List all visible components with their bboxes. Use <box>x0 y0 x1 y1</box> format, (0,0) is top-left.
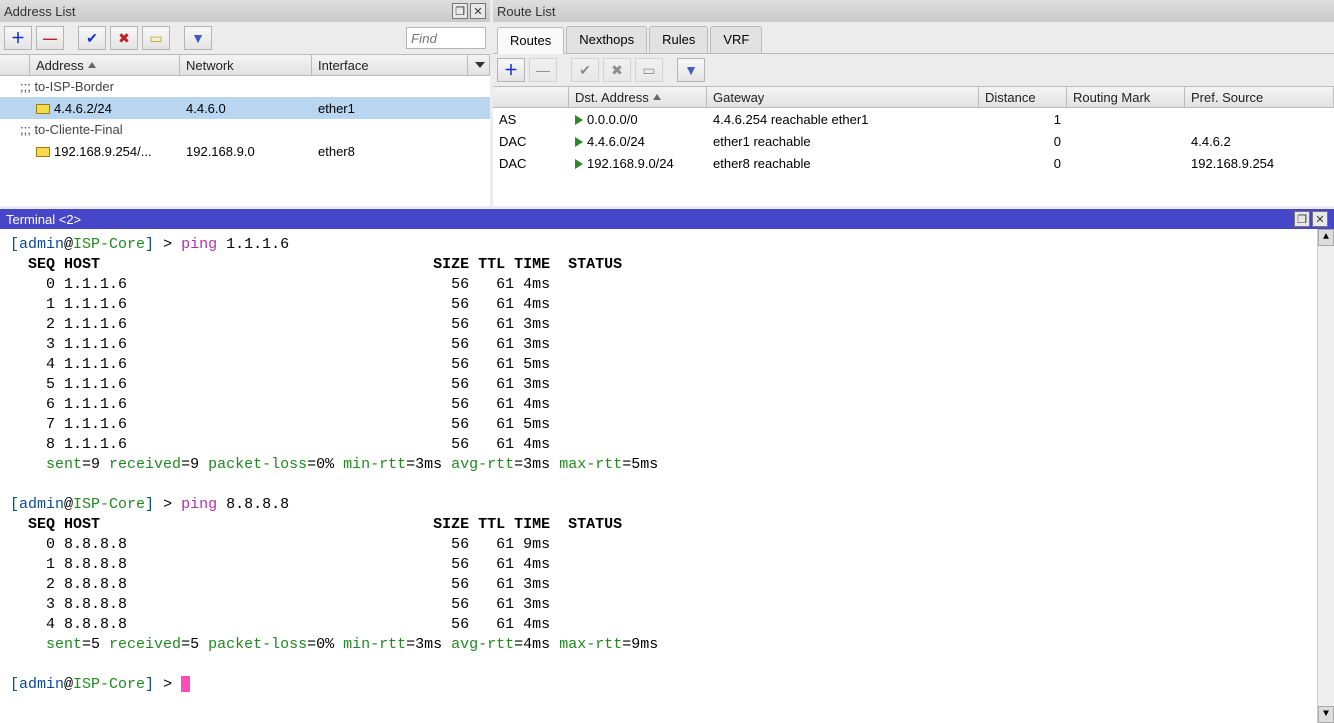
route-list-titlebar[interactable]: Route List <box>493 0 1334 22</box>
restore-button[interactable]: ❐ <box>452 3 468 19</box>
active-route-icon <box>575 137 583 147</box>
close-button[interactable]: ✕ <box>470 3 486 19</box>
sort-indicator-icon <box>653 94 661 100</box>
active-route-icon <box>575 159 583 169</box>
address-list-titlebar[interactable]: Address List ❐ ✕ <box>0 0 490 22</box>
terminal-title: Terminal <2> <box>6 212 1292 227</box>
dropdown-icon <box>475 62 485 68</box>
remove-route-button[interactable]: — <box>529 58 557 82</box>
route-row[interactable]: DAC192.168.9.0/24ether8 reachable0192.16… <box>493 152 1334 174</box>
route-toolbar: ＋ — ✔ ✖ ▭ ▼ <box>493 54 1334 86</box>
terminal-cursor <box>181 676 190 692</box>
terminal-scrollbar[interactable]: ▲ ▼ <box>1317 229 1334 723</box>
route-grid-body: AS0.0.0.0/04.4.6.254 reachable ether11DA… <box>493 108 1334 206</box>
terminal-close-button[interactable]: ✕ <box>1312 211 1328 227</box>
address-row[interactable]: 4.4.6.2/244.4.6.0ether1 <box>0 97 490 119</box>
filter-route-button[interactable]: ▼ <box>677 58 705 82</box>
terminal-titlebar[interactable]: Terminal <2> ❐ ✕ <box>0 209 1334 229</box>
address-toolbar: ＋ — ✔ ✖ ▭ ▼ <box>0 22 490 54</box>
col-flag[interactable] <box>0 55 30 75</box>
terminal-restore-button[interactable]: ❐ <box>1294 211 1310 227</box>
route-list-window: Route List RoutesNexthopsRulesVRF ＋ — ✔ … <box>493 0 1334 206</box>
tab-vrf[interactable]: VRF <box>710 26 762 53</box>
col-address[interactable]: Address <box>30 55 180 75</box>
route-list-title: Route List <box>497 4 1330 19</box>
disable-route-button[interactable]: ✖ <box>603 58 631 82</box>
col-dst[interactable]: Dst. Address <box>569 87 707 107</box>
scroll-down-button[interactable]: ▼ <box>1318 706 1334 723</box>
sort-indicator-icon <box>88 62 96 68</box>
comment-button[interactable]: ▭ <box>142 26 170 50</box>
add-button[interactable]: ＋ <box>4 26 32 50</box>
add-route-button[interactable]: ＋ <box>497 58 525 82</box>
col-routing-mark[interactable]: Routing Mark <box>1067 87 1185 107</box>
tab-routes[interactable]: Routes <box>497 27 564 54</box>
col-interface[interactable]: Interface <box>312 55 468 75</box>
address-grid-body: ;;; to-ISP-Border4.4.6.2/244.4.6.0ether1… <box>0 76 490 206</box>
col-pref-source[interactable]: Pref. Source <box>1185 87 1334 107</box>
col-network[interactable]: Network <box>180 55 312 75</box>
terminal-window: Terminal <2> ❐ ✕ [admin@ISP-Core] > ping… <box>0 209 1334 723</box>
address-grid-header: Address Network Interface <box>0 54 490 76</box>
address-row[interactable]: 192.168.9.254/...192.168.9.0ether8 <box>0 140 490 162</box>
tab-rules[interactable]: Rules <box>649 26 708 53</box>
active-route-icon <box>575 115 583 125</box>
tab-nexthops[interactable]: Nexthops <box>566 26 647 53</box>
scroll-up-button[interactable]: ▲ <box>1318 229 1334 246</box>
col-menu[interactable] <box>468 55 490 75</box>
enable-button[interactable]: ✔ <box>78 26 106 50</box>
address-list-window: Address List ❐ ✕ ＋ — ✔ ✖ ▭ ▼ Address Net… <box>0 0 490 206</box>
enable-route-button[interactable]: ✔ <box>571 58 599 82</box>
address-list-title: Address List <box>4 4 450 19</box>
address-icon <box>36 147 50 157</box>
route-tabs: RoutesNexthopsRulesVRF <box>493 22 1334 54</box>
find-input[interactable] <box>406 27 486 49</box>
remove-button[interactable]: — <box>36 26 64 50</box>
address-comment: ;;; to-Cliente-Final <box>0 119 490 140</box>
route-row[interactable]: DAC4.4.6.0/24ether1 reachable04.4.6.2 <box>493 130 1334 152</box>
terminal-body[interactable]: [admin@ISP-Core] > ping 1.1.1.6 SEQ HOST… <box>0 229 1334 723</box>
col-distance[interactable]: Distance <box>979 87 1067 107</box>
col-flags[interactable] <box>493 87 569 107</box>
col-gateway[interactable]: Gateway <box>707 87 979 107</box>
scroll-track[interactable] <box>1318 246 1334 706</box>
filter-button[interactable]: ▼ <box>184 26 212 50</box>
address-icon <box>36 104 50 114</box>
route-grid-header: Dst. Address Gateway Distance Routing Ma… <box>493 86 1334 108</box>
address-comment: ;;; to-ISP-Border <box>0 76 490 97</box>
disable-button[interactable]: ✖ <box>110 26 138 50</box>
route-row[interactable]: AS0.0.0.0/04.4.6.254 reachable ether11 <box>493 108 1334 130</box>
comment-route-button[interactable]: ▭ <box>635 58 663 82</box>
